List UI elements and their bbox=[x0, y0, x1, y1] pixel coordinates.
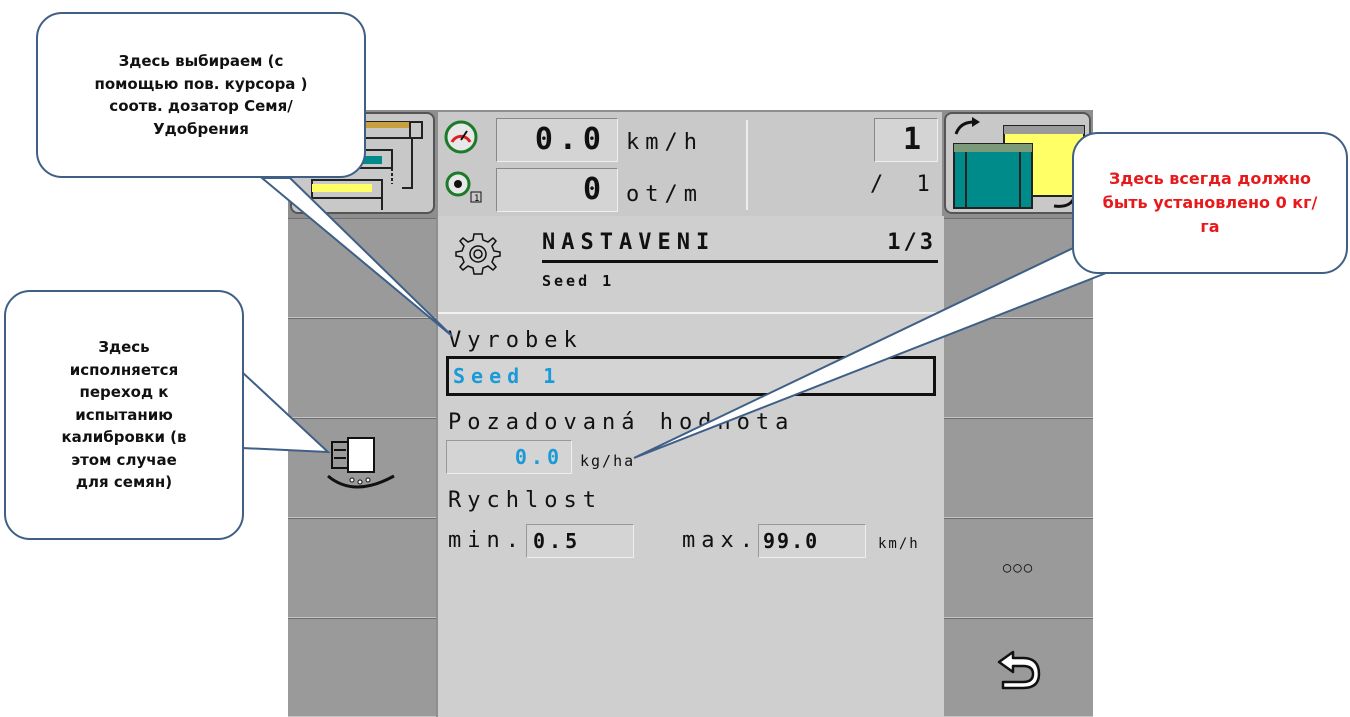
callout-right-pointer bbox=[633, 238, 1127, 459]
callout-calibration-test: Здесь исполняется переход к испытанию ка… bbox=[4, 290, 244, 540]
callout-dispenser-selection: Здесь выбираем (с помощью пов. курсора )… bbox=[36, 12, 366, 178]
callout-top-pointer bbox=[259, 177, 453, 337]
callout-left-pointer bbox=[241, 369, 331, 454]
callout-target-rate-note: Здесь всегда должно быть установлено 0 к… bbox=[1072, 132, 1348, 274]
